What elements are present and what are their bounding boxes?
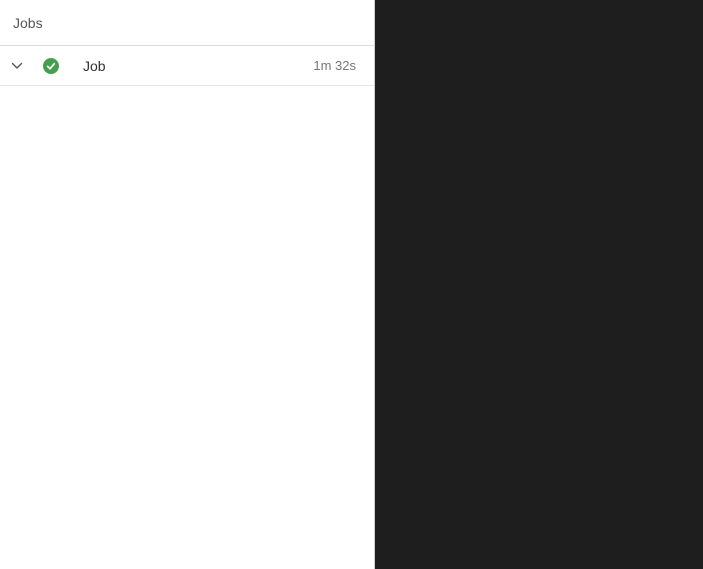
jobs-header-label: Jobs [13,15,43,31]
jobs-header: Jobs [0,0,374,46]
jobs-panel: Jobs Job 1m 32s [0,0,375,569]
log-viewer[interactable] [375,0,703,569]
pipeline-job-view: Jobs Job 1m 32s [0,0,703,569]
job-row[interactable]: Job 1m 32s [0,46,374,86]
check-circle-icon [43,58,59,74]
chevron-down-icon[interactable] [10,59,24,73]
job-label: Job [83,58,313,74]
job-duration: 1m 32s [313,58,374,73]
